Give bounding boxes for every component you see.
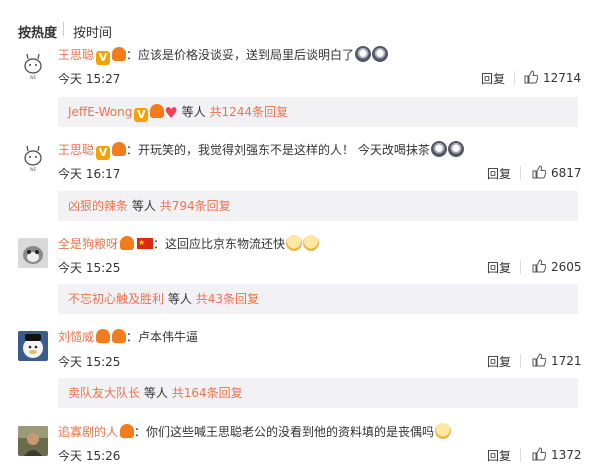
replies-summary[interactable]: 卖队友大队长 等人 共164条回复	[58, 378, 578, 408]
heart-icon: ♥	[164, 104, 178, 122]
china-flag-icon	[137, 235, 154, 251]
verified-badge-icon: V	[96, 146, 111, 160]
replies-count[interactable]: 共43条回复	[196, 292, 259, 306]
reply-user[interactable]: 卖队友大队长	[68, 386, 140, 400]
like-count: 2605	[551, 260, 582, 274]
sort-divider	[63, 22, 64, 36]
comment-time: 今天 15:26	[58, 449, 121, 463]
thumbs-up-icon	[524, 70, 538, 84]
verified-badge-icon: V	[134, 108, 149, 122]
replies-others: 等人	[143, 386, 168, 400]
level-badge-icon	[96, 329, 111, 343]
comment-time: 今天 16:17	[58, 167, 121, 181]
svg-text:WE: WE	[30, 75, 37, 80]
verified-badge-icon: V	[96, 51, 111, 65]
reply-user[interactable]: 凶狠的辣条	[68, 199, 128, 213]
level-badge-icon	[120, 236, 135, 250]
like-button[interactable]: 6817	[532, 165, 582, 180]
sort-by-time-tab[interactable]: 按时间	[73, 22, 112, 41]
comment-text: ：这回应比京东物流还快	[153, 237, 286, 251]
username[interactable]: 刘慥威	[58, 330, 94, 344]
cry-emoji-icon	[355, 46, 372, 62]
username[interactable]: 全是狗粮呀	[58, 237, 118, 251]
doge-emoji-icon	[303, 235, 320, 251]
avatar[interactable]	[18, 238, 48, 268]
avatar[interactable]: WE	[18, 143, 48, 173]
cry-emoji-icon	[372, 46, 389, 62]
like-count: 1721	[551, 354, 582, 368]
replies-count[interactable]: 共1244条回复	[209, 105, 288, 119]
cry-emoji-icon	[430, 141, 447, 157]
like-count: 12714	[543, 71, 582, 85]
replies-others: 等人	[181, 105, 206, 119]
username[interactable]: 追寡剧的人	[58, 425, 118, 439]
action-divider	[520, 354, 521, 368]
reply-button[interactable]: 回复	[487, 259, 511, 276]
like-button[interactable]: 12714	[524, 70, 581, 85]
avatar[interactable]	[18, 426, 48, 456]
thumbs-up-icon	[532, 165, 546, 179]
comment-text: ：你们这些喊王思聪老公的没看到他的资料填的是丧偶吗	[134, 425, 435, 439]
like-button[interactable]: 1721	[532, 353, 582, 368]
like-button[interactable]: 2605	[532, 259, 582, 274]
level-badge-icon	[112, 142, 127, 156]
action-divider	[514, 71, 515, 85]
reply-user[interactable]: 不忘初心触及胜利	[68, 292, 164, 306]
username[interactable]: 王思聪	[58, 143, 94, 157]
level-badge-icon	[150, 104, 165, 118]
level-badge-icon	[112, 47, 127, 61]
replies-count[interactable]: 共164条回复	[172, 386, 243, 400]
comment-text: ：应该是价格没谈妥，送到局里后谈明白了	[126, 48, 355, 62]
reply-button[interactable]: 回复	[487, 353, 511, 370]
thumbs-up-icon	[532, 447, 546, 461]
replies-others: 等人	[167, 292, 192, 306]
level-badge-icon	[120, 424, 135, 438]
reply-button[interactable]: 回复	[481, 70, 505, 87]
thumbs-up-icon	[532, 353, 546, 367]
comment-time: 今天 15:25	[58, 355, 121, 369]
level-badge-icon	[112, 329, 127, 343]
like-button[interactable]: 1372	[532, 447, 582, 462]
replies-count[interactable]: 共794条回复	[160, 199, 231, 213]
replies-others: 等人	[131, 199, 156, 213]
like-count: 1372	[551, 448, 582, 462]
avatar[interactable]: WE	[18, 51, 48, 81]
avatar[interactable]	[18, 331, 48, 361]
reply-button[interactable]: 回复	[487, 447, 511, 464]
doge-emoji-icon	[435, 423, 452, 439]
replies-summary[interactable]: JeffE-Wong V ♥ 等人 共1244条回复	[58, 97, 578, 127]
reply-user[interactable]: JeffE-Wong	[68, 105, 132, 119]
like-count: 6817	[551, 166, 582, 180]
comment-line: 王思聪 V ：开玩笑的，我觉得刘强东不是这样的人！ 今天改喝抹茶	[58, 141, 464, 160]
doge-emoji-icon	[286, 235, 303, 251]
comment-line: 追寡剧的人 ：你们这些喊王思聪老公的没看到他的资料填的是丧偶吗	[58, 423, 452, 440]
username[interactable]: 王思聪	[58, 48, 94, 62]
sort-bar: 按热度 按时间	[0, 0, 596, 44]
comment-text: ：开玩笑的，我觉得刘强东不是这样的人！ 今天改喝抹茶	[126, 143, 430, 157]
comment-line: 刘慥威 ：卢本伟牛逼	[58, 329, 198, 345]
thumbs-up-icon	[532, 259, 546, 273]
reply-button[interactable]: 回复	[487, 165, 511, 182]
replies-summary[interactable]: 不忘初心触及胜利 等人 共43条回复	[58, 284, 578, 314]
action-divider	[520, 166, 521, 180]
svg-text:WE: WE	[30, 167, 37, 172]
comment-line: 全是狗粮呀 ：这回应比京东物流还快	[58, 235, 320, 252]
action-divider	[520, 448, 521, 462]
replies-summary[interactable]: 凶狠的辣条 等人 共794条回复	[58, 191, 578, 221]
cry-emoji-icon	[447, 141, 464, 157]
sort-by-hot-tab[interactable]: 按热度	[18, 22, 57, 41]
comment-line: 王思聪 V ：应该是价格没谈妥，送到局里后谈明白了	[58, 46, 389, 65]
action-divider	[520, 260, 521, 274]
comment-time: 今天 15:25	[58, 261, 121, 275]
comment-time: 今天 15:27	[58, 72, 121, 86]
comment-text: ：卢本伟牛逼	[126, 330, 199, 344]
